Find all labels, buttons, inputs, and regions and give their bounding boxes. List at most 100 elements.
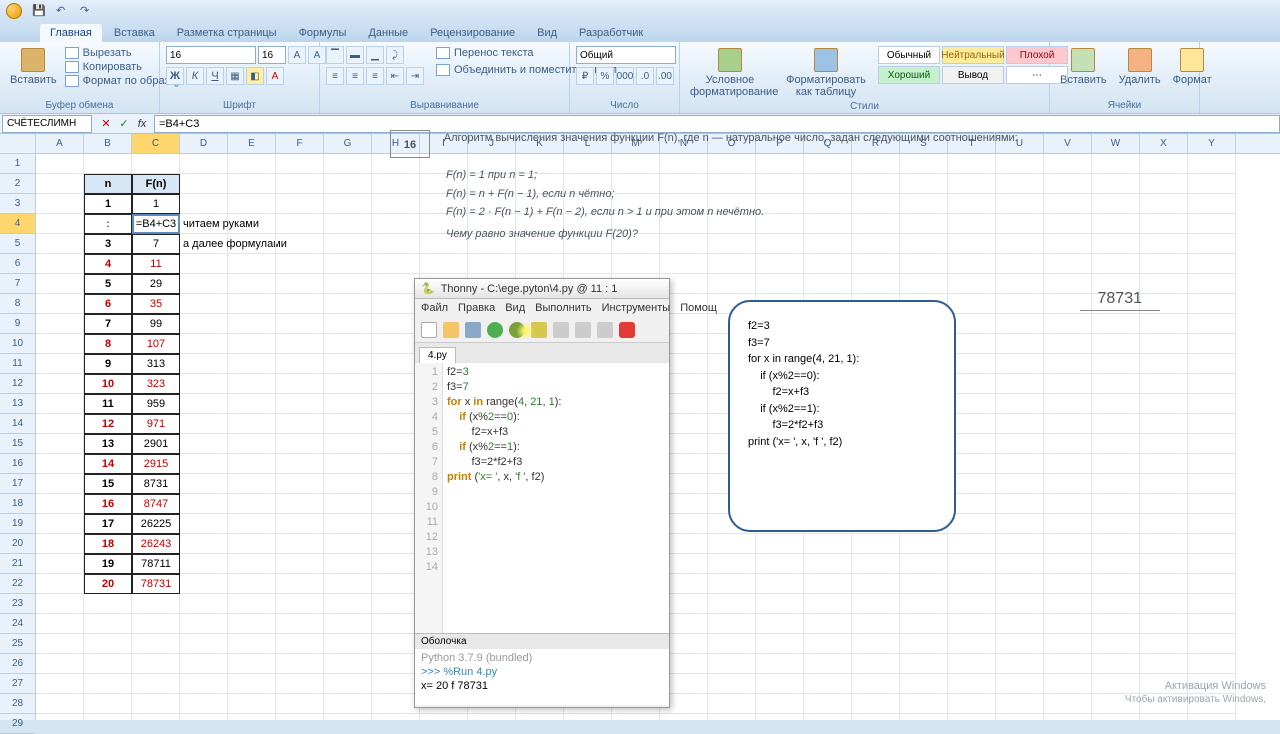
cell[interactable] bbox=[180, 414, 228, 434]
cell[interactable] bbox=[1188, 354, 1236, 374]
cell[interactable]: 8747 bbox=[132, 494, 180, 514]
cell[interactable] bbox=[180, 454, 228, 474]
cell[interactable] bbox=[36, 554, 84, 574]
cell[interactable] bbox=[276, 274, 324, 294]
cell[interactable] bbox=[996, 434, 1044, 454]
cell[interactable] bbox=[996, 414, 1044, 434]
cell[interactable] bbox=[756, 594, 804, 614]
cell[interactable] bbox=[852, 714, 900, 720]
cell[interactable]: 313 bbox=[132, 354, 180, 374]
cell[interactable] bbox=[324, 694, 372, 714]
cell[interactable]: 11 bbox=[84, 394, 132, 414]
cell[interactable] bbox=[228, 274, 276, 294]
as-table-button[interactable]: Форматировать как таблицу bbox=[782, 46, 870, 100]
cell[interactable]: 99 bbox=[132, 314, 180, 334]
cell[interactable] bbox=[228, 434, 276, 454]
cell[interactable] bbox=[1092, 314, 1140, 334]
align-bot[interactable]: ▁ bbox=[366, 46, 384, 64]
cell[interactable] bbox=[660, 254, 708, 274]
cell[interactable] bbox=[132, 614, 180, 634]
cell[interactable] bbox=[1140, 494, 1188, 514]
percent[interactable]: % bbox=[596, 67, 614, 85]
cell[interactable] bbox=[1044, 454, 1092, 474]
cell[interactable] bbox=[852, 574, 900, 594]
cell[interactable] bbox=[1188, 254, 1236, 274]
underline-button[interactable]: Ч bbox=[206, 67, 224, 85]
cell[interactable] bbox=[756, 674, 804, 694]
cell[interactable] bbox=[36, 534, 84, 554]
cell[interactable] bbox=[852, 674, 900, 694]
cell[interactable] bbox=[1140, 714, 1188, 720]
cell[interactable] bbox=[180, 174, 228, 194]
cell[interactable] bbox=[804, 614, 852, 634]
cell[interactable] bbox=[372, 654, 420, 674]
cell[interactable] bbox=[180, 634, 228, 654]
cell[interactable] bbox=[1188, 454, 1236, 474]
shell[interactable]: Python 3.7.9 (bundled) >>> %Run 4.py x= … bbox=[415, 649, 669, 705]
cell[interactable] bbox=[180, 594, 228, 614]
cell[interactable] bbox=[564, 714, 612, 720]
col-header[interactable]: G bbox=[324, 134, 372, 153]
row-header[interactable]: 18 bbox=[0, 494, 35, 514]
resume-icon[interactable] bbox=[597, 322, 613, 338]
cell[interactable] bbox=[228, 374, 276, 394]
cell[interactable]: 18 bbox=[84, 534, 132, 554]
cell[interactable]: 3 bbox=[84, 234, 132, 254]
cell[interactable] bbox=[1044, 514, 1092, 534]
cell[interactable]: 2915 bbox=[132, 454, 180, 474]
cell[interactable] bbox=[612, 254, 660, 274]
fill-button[interactable]: ◧ bbox=[246, 67, 264, 85]
col-header[interactable]: C bbox=[132, 134, 180, 153]
cell[interactable] bbox=[324, 314, 372, 334]
cell[interactable] bbox=[804, 674, 852, 694]
cell[interactable] bbox=[36, 434, 84, 454]
cell[interactable] bbox=[228, 594, 276, 614]
cell[interactable] bbox=[1140, 394, 1188, 414]
cell[interactable] bbox=[1188, 334, 1236, 354]
cell[interactable] bbox=[228, 154, 276, 174]
cell[interactable] bbox=[996, 614, 1044, 634]
cell[interactable] bbox=[1092, 254, 1140, 274]
cell[interactable] bbox=[1044, 574, 1092, 594]
cell[interactable] bbox=[1140, 454, 1188, 474]
cell[interactable] bbox=[1092, 614, 1140, 634]
cell[interactable]: 12 bbox=[84, 414, 132, 434]
cell[interactable] bbox=[948, 254, 996, 274]
cell[interactable] bbox=[516, 254, 564, 274]
cell[interactable] bbox=[324, 214, 372, 234]
cell[interactable] bbox=[756, 654, 804, 674]
cell[interactable] bbox=[180, 554, 228, 574]
cell[interactable] bbox=[1188, 594, 1236, 614]
cell[interactable] bbox=[372, 574, 420, 594]
cell[interactable] bbox=[1188, 314, 1236, 334]
cell[interactable] bbox=[372, 634, 420, 654]
cell[interactable] bbox=[180, 154, 228, 174]
style-normal[interactable]: Обычный bbox=[878, 46, 940, 64]
align-mid[interactable]: ▬ bbox=[346, 46, 364, 64]
cell[interactable] bbox=[36, 334, 84, 354]
row-header[interactable]: 16 bbox=[0, 454, 35, 474]
cell[interactable] bbox=[36, 714, 84, 720]
cell[interactable] bbox=[756, 634, 804, 654]
cell[interactable] bbox=[276, 254, 324, 274]
cell[interactable] bbox=[36, 474, 84, 494]
cell[interactable] bbox=[1188, 274, 1236, 294]
cell[interactable] bbox=[372, 674, 420, 694]
cell[interactable] bbox=[228, 514, 276, 534]
cell[interactable] bbox=[1140, 654, 1188, 674]
cell[interactable]: 17 bbox=[84, 514, 132, 534]
cell[interactable] bbox=[324, 714, 372, 720]
cell[interactable] bbox=[228, 614, 276, 634]
cell[interactable]: читаем руками bbox=[180, 214, 228, 234]
row-header[interactable]: 23 bbox=[0, 594, 35, 614]
cell[interactable] bbox=[228, 574, 276, 594]
cell[interactable]: 1 bbox=[132, 194, 180, 214]
cell[interactable] bbox=[324, 394, 372, 414]
cell[interactable] bbox=[228, 194, 276, 214]
run-icon[interactable] bbox=[487, 322, 503, 338]
cell[interactable] bbox=[180, 314, 228, 334]
thonny-titlebar[interactable]: 🐍Thonny - C:\ege.pyton\4.py @ 11 : 1 bbox=[415, 279, 669, 299]
cell[interactable] bbox=[372, 494, 420, 514]
col-header[interactable]: F bbox=[276, 134, 324, 153]
cell[interactable] bbox=[948, 294, 996, 314]
